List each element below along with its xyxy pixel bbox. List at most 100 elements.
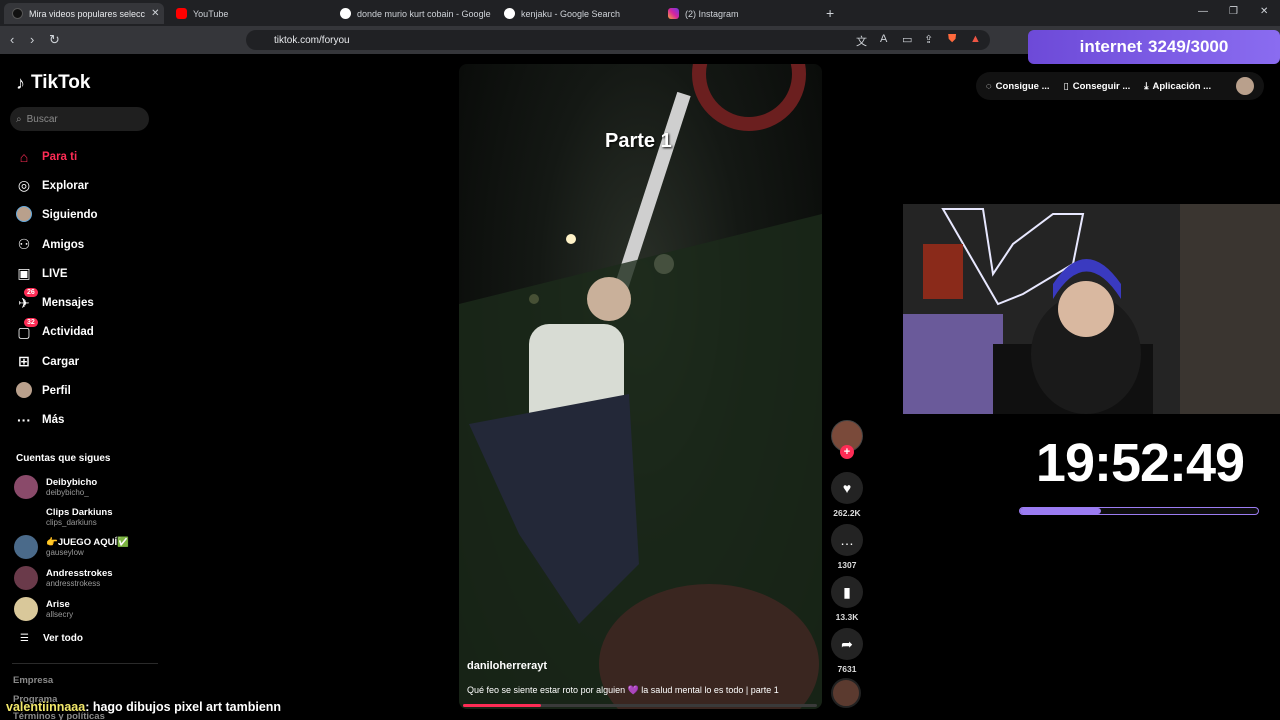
poster-shape xyxy=(923,244,963,299)
more-icon: ··· xyxy=(17,412,31,429)
music-disc-icon[interactable] xyxy=(831,678,861,708)
followed-account[interactable]: Arise allsecry xyxy=(14,597,73,621)
tab-google-kurt[interactable]: donde murio kurt cobain - Google S xyxy=(332,3,492,24)
sidebar-item-actividad[interactable]: ▢ 32 Actividad xyxy=(16,317,156,347)
followed-account[interactable]: Clips Darkiuns clips_darkiuns xyxy=(14,505,113,529)
tiktok-logo[interactable]: ♪ TikTok xyxy=(16,72,90,94)
messages-icon: ✈ xyxy=(18,294,30,311)
forward-icon[interactable]: › xyxy=(30,32,34,47)
account-handle: deibybicho_ xyxy=(46,488,89,497)
search-input[interactable]: ⌕ Buscar xyxy=(10,107,149,131)
brave-shield-icon[interactable]: ⛊ xyxy=(948,33,956,46)
sidebar-item-para-ti[interactable]: ⌂ Para ti xyxy=(16,142,156,171)
see-all-button[interactable]: ☰ Ver todo xyxy=(20,633,83,644)
rewards-icon[interactable]: ▲ xyxy=(970,33,981,45)
avatar xyxy=(14,566,38,590)
footer-link[interactable]: Empresa xyxy=(13,675,53,686)
video-progress-bar[interactable] xyxy=(463,704,817,707)
tab-youtube[interactable]: YouTube xyxy=(168,3,328,24)
avatar xyxy=(14,535,38,559)
browser-tab-bar: Mira videos populares selecc ✕ YouTube d… xyxy=(0,0,1280,26)
sidebar-item-perfil[interactable]: Perfil xyxy=(16,376,156,405)
profile-avatar[interactable] xyxy=(1236,77,1254,95)
avatar xyxy=(14,597,38,621)
like-action[interactable]: ♥ 262.2K xyxy=(829,472,865,518)
friends-icon: ⚇ xyxy=(17,236,31,253)
tab-label: (2) Instagram xyxy=(685,8,739,19)
video-author[interactable]: daniloherrerayt xyxy=(467,660,547,672)
coin-icon: ◌ xyxy=(986,80,992,92)
get-app-button[interactable]: ▯ Conseguir ... xyxy=(1064,81,1131,92)
followed-account[interactable]: 👉JUEGO AQUÍ✅ gauseylow xyxy=(14,535,129,559)
sidebar-nav: ⌂ Para ti ◎ Explorar Siguiendo ⚇ Amigos … xyxy=(16,142,156,435)
account-handle: gauseylow xyxy=(46,548,84,557)
messages-badge: 26 xyxy=(24,288,38,298)
bookmark-icon[interactable]: ▮ xyxy=(831,576,863,608)
share-arrow-icon[interactable]: ➦ xyxy=(831,628,863,660)
video-player[interactable]: Parte 1 daniloherrerayt Qué feo se sient… xyxy=(459,64,822,709)
search-placeholder: Buscar xyxy=(26,113,58,125)
home-icon: ⌂ xyxy=(19,148,29,165)
followed-account[interactable]: Deibybicho deibybicho_ xyxy=(14,475,97,499)
logo-text: TikTok xyxy=(31,72,91,93)
internet-count: 3249/3000 xyxy=(1147,37,1229,56)
window-close-icon[interactable]: ✕ xyxy=(1260,6,1268,17)
comment-icon[interactable]: … xyxy=(831,524,863,556)
restore-icon[interactable]: ❐ xyxy=(1229,6,1238,17)
language-icon[interactable]: A xyxy=(880,33,887,45)
save-count: 13.3K xyxy=(835,612,859,622)
following-accounts-title: Cuentas que sigues xyxy=(16,453,111,464)
chat-text: : hago dibujos pixel art tambienn xyxy=(85,700,282,714)
sidebar-item-mensajes[interactable]: ✈ 26 Mensajes xyxy=(16,288,156,317)
tab-label: kenjaku - Google Search xyxy=(521,8,621,19)
sidebar-item-label: Actividad xyxy=(42,326,94,339)
heart-icon[interactable]: ♥ xyxy=(831,472,863,504)
minimize-icon[interactable]: — xyxy=(1198,6,1208,17)
download-app-button[interactable]: ⤓ Aplicación ... xyxy=(1144,81,1211,92)
address-bar[interactable]: tiktok.com/foryou xyxy=(246,30,990,50)
avatar xyxy=(14,475,38,499)
get-coins-button[interactable]: ◌ Consigue ... xyxy=(986,81,1050,92)
phone-icon: ▯ xyxy=(1063,80,1069,92)
back-icon[interactable]: ‹ xyxy=(10,32,14,47)
sidebar-item-amigos[interactable]: ⚇ Amigos xyxy=(16,230,156,259)
sidebar-item-label: Explorar xyxy=(42,179,89,192)
cast-icon[interactable]: ▭ xyxy=(902,33,912,46)
video-frame xyxy=(459,64,822,709)
sidebar-item-mas[interactable]: ··· Más xyxy=(16,406,156,435)
comment-count: 1307 xyxy=(837,560,857,570)
sidebar-item-cargar[interactable]: ⊞ Cargar xyxy=(16,347,156,376)
video-description: Qué feo se siente estar roto por alguien… xyxy=(467,685,779,695)
avatar-icon xyxy=(16,205,32,225)
sidebar-item-siguiendo[interactable]: Siguiendo xyxy=(16,201,156,230)
translate-icon[interactable]: 文 xyxy=(856,33,867,49)
save-action[interactable]: ▮ 13.3K xyxy=(829,576,865,622)
account-handle: allsecry xyxy=(46,610,74,619)
follow-button[interactable]: + xyxy=(840,445,854,459)
close-tab-icon[interactable]: ✕ xyxy=(151,8,159,19)
tab-google-kenjaku[interactable]: kenjaku - Google Search xyxy=(496,3,656,24)
tab-instagram[interactable]: (2) Instagram xyxy=(660,3,820,24)
tab-label: donde murio kurt cobain - Google S xyxy=(357,8,492,19)
new-tab-button[interactable]: + xyxy=(826,5,834,21)
sidebar-item-live[interactable]: ▣ LIVE xyxy=(16,259,156,288)
profile-icon xyxy=(16,381,32,401)
google-favicon-icon xyxy=(504,8,515,19)
comment-action[interactable]: … 1307 xyxy=(829,524,865,570)
share-icon[interactable]: ⇪ xyxy=(924,33,933,46)
reload-icon[interactable]: ↻ xyxy=(49,32,60,48)
get-app-label: Conseguir ... xyxy=(1072,80,1131,92)
followed-account[interactable]: Andresstrokes andresstrokess xyxy=(14,566,113,590)
sidebar-divider xyxy=(12,663,158,664)
person-face-shape xyxy=(1058,281,1114,337)
chat-username: valentiinnaaa xyxy=(6,700,86,714)
internet-label: internet xyxy=(1079,37,1142,56)
sidebar-item-label: Amigos xyxy=(42,238,85,251)
person-head-shape xyxy=(587,277,631,321)
internet-counter: internet 3249/3000 xyxy=(1028,30,1280,64)
sidebar-item-explorar[interactable]: ◎ Explorar xyxy=(16,171,156,200)
sidebar-item-label: Perfil xyxy=(42,385,71,398)
video-overlay-text: Parte 1 xyxy=(605,130,672,152)
share-action[interactable]: ➦ 7631 xyxy=(829,628,865,674)
tab-tiktok[interactable]: Mira videos populares selecc ✕ xyxy=(4,3,164,24)
